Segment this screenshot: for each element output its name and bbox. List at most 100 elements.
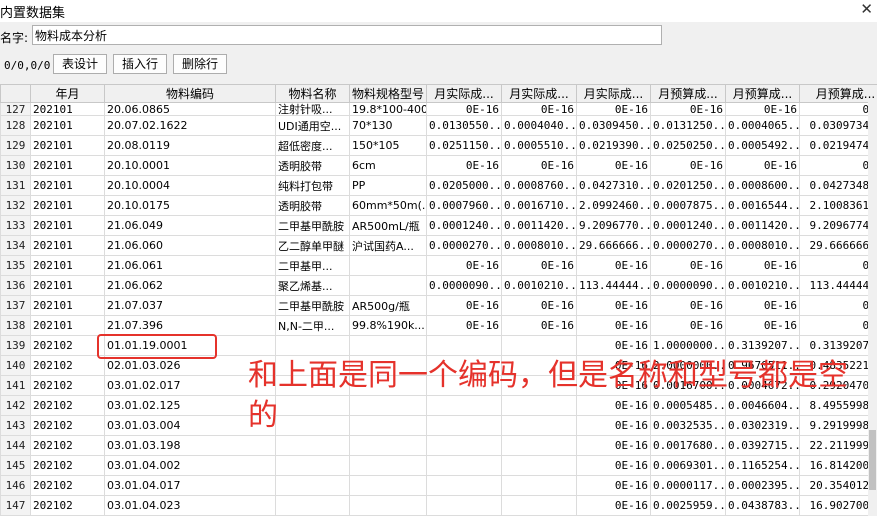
column-header-material-spec[interactable]: 物料规格型号 — [349, 84, 427, 103]
table-cell[interactable]: 0.0011420... — [501, 215, 577, 236]
table-cell[interactable]: 0E-16 — [576, 495, 651, 516]
table-cell[interactable]: 0E-1 — [799, 255, 877, 276]
table-row[interactable]: 133 202101 21.06.049 二甲基甲酰胺 AR500mL/瓶 0.00012… — [0, 215, 877, 236]
column-header-material-code[interactable]: 物料编码 — [104, 84, 276, 103]
table-row[interactable]: 137 202101 21.07.037 二甲基甲酰胺 AR500g/瓶 0E-16 0E-… — [0, 295, 877, 316]
table-cell[interactable]: 0.0007960... — [426, 195, 502, 216]
table-cell[interactable]: 0E-16 — [725, 255, 800, 276]
table-cell[interactable]: 0.0427348... — [799, 175, 877, 196]
table-cell[interactable]: 乙二醇单甲醚 — [275, 235, 350, 256]
table-cell[interactable]: 16.902700... — [799, 495, 877, 516]
table-cell[interactable]: 0E-16 — [725, 315, 800, 336]
table-cell[interactable]: 142 — [0, 395, 31, 416]
table-cell[interactable]: 143 — [0, 415, 31, 436]
column-header-year-month[interactable]: 年月 — [30, 84, 105, 103]
table-cell[interactable]: 0E-16 — [650, 155, 726, 176]
table-cell[interactable]: 0E-16 — [576, 295, 651, 316]
table-cell[interactable]: 0E-16 — [725, 155, 800, 176]
table-cell[interactable]: 0.0007875... — [650, 195, 726, 216]
table-cell[interactable]: 0.0008760... — [501, 175, 577, 196]
table-cell[interactable]: 113.44444... — [799, 275, 877, 296]
table-cell[interactable]: 21.06.049 — [104, 215, 276, 236]
column-header-budget-cost-3[interactable]: 月预算成... — [799, 84, 877, 103]
table-cell[interactable]: 0.0010210... — [725, 275, 800, 296]
table-cell[interactable]: 0E-16 — [501, 155, 577, 176]
table-cell[interactable]: 21.06.060 — [104, 235, 276, 256]
table-cell[interactable]: 0E-16 — [426, 155, 502, 176]
table-cell[interactable]: 202101 — [30, 135, 105, 156]
table-cell[interactable]: 0.0392715... — [725, 435, 800, 456]
table-cell[interactable]: 202102 — [30, 335, 105, 356]
table-cell[interactable]: 0.1165254... — [725, 455, 800, 476]
column-header-budget-cost-2[interactable]: 月预算成... — [725, 84, 800, 103]
table-cell[interactable]: 202101 — [30, 115, 105, 136]
table-cell[interactable]: 9.2096770... — [576, 215, 651, 236]
table-cell[interactable] — [349, 275, 427, 296]
table-cell[interactable]: 03.01.03.198 — [104, 435, 276, 456]
table-cell[interactable]: 0.0025959... — [650, 495, 726, 516]
table-cell[interactable] — [501, 495, 577, 516]
table-cell[interactable]: 20.08.0119 — [104, 135, 276, 156]
table-cell[interactable]: 20.06.0865 — [104, 102, 276, 116]
table-cell[interactable]: 0E-16 — [501, 255, 577, 276]
table-row[interactable]: 138 202101 21.07.396 N,N-二甲... 99.8%190k... 0… — [0, 315, 877, 336]
table-cell[interactable] — [275, 475, 350, 496]
table-cell[interactable]: 22.211999... — [799, 435, 877, 456]
table-cell[interactable]: 0E-16 — [650, 295, 726, 316]
table-cell[interactable]: 超低密度... — [275, 135, 350, 156]
table-cell[interactable]: 202101 — [30, 175, 105, 196]
table-cell[interactable]: 0.0251150... — [426, 135, 502, 156]
table-cell[interactable] — [426, 435, 502, 456]
table-cell[interactable]: 0E-16 — [650, 255, 726, 276]
table-cell[interactable]: 0.0000270... — [650, 235, 726, 256]
table-cell[interactable] — [275, 455, 350, 476]
table-cell[interactable] — [426, 455, 502, 476]
column-header-actual-cost-1[interactable]: 月实际成... — [426, 84, 502, 103]
table-cell[interactable]: 0E-16 — [426, 295, 502, 316]
column-header-actual-cost-2[interactable]: 月实际成... — [501, 84, 577, 103]
insert-row-button[interactable]: 插入行 — [113, 54, 167, 74]
table-cell[interactable]: 0.0131250... — [650, 115, 726, 136]
table-cell[interactable]: 0E-1 — [799, 315, 877, 336]
table-cell[interactable]: 0.0004065... — [725, 115, 800, 136]
table-cell[interactable]: 144 — [0, 435, 31, 456]
table-cell[interactable] — [501, 455, 577, 476]
table-cell[interactable]: 147 — [0, 495, 31, 516]
table-cell[interactable]: 沪试国药A... — [349, 235, 427, 256]
table-cell[interactable]: 0.0427310... — [576, 175, 651, 196]
table-cell[interactable]: 138 — [0, 315, 31, 336]
table-cell[interactable]: 128 — [0, 115, 31, 136]
vertical-scrollbar[interactable] — [868, 100, 877, 516]
table-cell[interactable]: 0.0069301... — [650, 455, 726, 476]
table-row[interactable]: 131 202101 20.10.0004 纯料打包带 PP 0.0205000... 0.… — [0, 175, 877, 196]
table-cell[interactable]: 135 — [0, 255, 31, 276]
table-row[interactable]: 147 202102 03.01.04.023 0E-16 0.0025959... 0.… — [0, 495, 877, 516]
table-cell[interactable]: 20.10.0175 — [104, 195, 276, 216]
table-cell[interactable]: 0E-16 — [650, 102, 726, 116]
table-cell[interactable] — [275, 435, 350, 456]
table-cell[interactable]: 0.0017680... — [650, 435, 726, 456]
table-cell[interactable]: 20.07.02.1622 — [104, 115, 276, 136]
table-cell[interactable] — [349, 455, 427, 476]
table-cell[interactable]: 202101 — [30, 155, 105, 176]
table-cell[interactable]: 202102 — [30, 435, 105, 456]
table-cell[interactable]: 136 — [0, 275, 31, 296]
table-cell[interactable]: 0.0008010... — [501, 235, 577, 256]
data-grid[interactable]: 年月 物料编码 物料名称 物料规格型号 月实际成... 月实际成... 月实际成… — [0, 84, 877, 516]
table-cell[interactable]: 130 — [0, 155, 31, 176]
table-cell[interactable]: 132 — [0, 195, 31, 216]
close-icon[interactable]: ✕ — [860, 0, 873, 18]
table-cell[interactable] — [426, 335, 502, 356]
table-cell[interactable]: 202101 — [30, 255, 105, 276]
table-cell[interactable]: 纯料打包带 — [275, 175, 350, 196]
table-cell[interactable] — [349, 255, 427, 276]
table-cell[interactable]: 0E-16 — [426, 315, 502, 336]
table-cell[interactable]: 202102 — [30, 415, 105, 436]
table-cell[interactable]: 202102 — [30, 455, 105, 476]
table-cell[interactable]: 140 — [0, 355, 31, 376]
table-cell[interactable]: 0.0000270... — [426, 235, 502, 256]
table-cell[interactable]: 202102 — [30, 355, 105, 376]
table-cell[interactable]: 145 — [0, 455, 31, 476]
table-cell[interactable]: 0.0001240... — [650, 215, 726, 236]
table-cell[interactable] — [349, 435, 427, 456]
